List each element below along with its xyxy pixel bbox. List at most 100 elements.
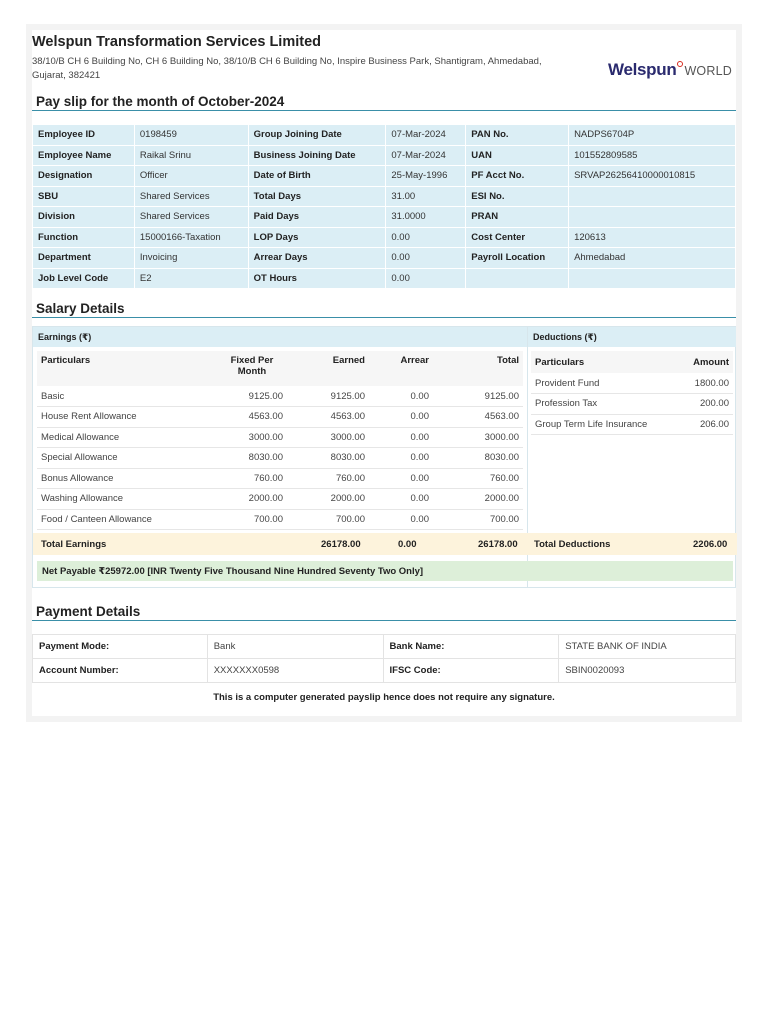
earning-total: 760.00	[433, 468, 523, 489]
earning-arrear: 0.00	[369, 488, 433, 510]
earning-fixed: 9125.00	[217, 386, 287, 407]
employee-field-value: 0.00	[385, 267, 467, 289]
earnings-col-arrear: Arrear	[369, 351, 433, 386]
title-divider	[32, 110, 736, 111]
deduction-particular: Group Term Life Insurance	[531, 414, 681, 435]
payslip-title: Pay slip for the month of October-2024	[36, 94, 285, 109]
account-number-value: XXXXXXX0598	[206, 658, 384, 683]
deductions-row: Group Term Life Insurance 206.00	[531, 414, 733, 435]
earning-particular: Washing Allowance	[37, 488, 217, 510]
earnings-col-earned: Earned	[287, 351, 369, 386]
employee-info-row: SBU Shared Services Total Days 31.00 ESI No.	[32, 185, 736, 207]
employee-field-label: Paid Days	[247, 206, 387, 228]
account-number-label: Account Number:	[32, 658, 208, 683]
employee-field-label: LOP Days	[247, 226, 387, 248]
net-payable-bar: Net Payable ₹25972.00 [INR Twenty Five T…	[37, 561, 733, 581]
ifsc-code-value: SBIN0020093	[558, 658, 736, 683]
employee-info-row: Designation Officer Date of Birth 25-May-19…	[32, 165, 736, 187]
earnings-row: Washing Allowance 2000.00 2000.00 0.00 2000.…	[37, 488, 523, 510]
earning-fixed: 760.00	[217, 468, 287, 489]
earning-earned: 760.00	[287, 468, 369, 489]
earning-arrear: 0.00	[369, 447, 433, 469]
earning-fixed: 8030.00	[217, 447, 287, 469]
payslip-sheet: Welspun Transformation Services Limited …	[26, 24, 742, 722]
deductions-row: Provident Fund 1800.00	[531, 373, 733, 394]
earning-particular: House Rent Allowance	[37, 406, 217, 428]
employee-info-row: Job Level Code E2 OT Hours 0.00	[32, 267, 736, 289]
employee-field-label: Date of Birth	[247, 165, 387, 187]
earning-arrear: 0.00	[369, 427, 433, 448]
deductions-table: Particulars Amount Provident Fund 1800.00…	[531, 351, 733, 435]
earning-total: 4563.00	[433, 406, 523, 428]
employee-field-label: UAN	[465, 144, 570, 166]
earning-earned: 2000.00	[287, 488, 369, 510]
earning-arrear: 0.00	[369, 406, 433, 428]
deduction-amount: 206.00	[681, 414, 733, 435]
total-arrear-value: 0.00	[398, 539, 417, 550]
employee-field-value: Officer	[133, 165, 249, 187]
earning-particular: Basic	[37, 386, 217, 407]
logo-sub-text: WORLD	[684, 64, 732, 78]
employee-field-label: Payroll Location	[465, 247, 570, 269]
payment-details-title: Payment Details	[36, 604, 141, 619]
earning-total: 700.00	[433, 509, 523, 530]
earning-earned: 700.00	[287, 509, 369, 530]
total-deductions-value: 2206.00	[693, 539, 728, 550]
employee-info-row: Division Shared Services Paid Days 31.0000 P…	[32, 206, 736, 228]
deduction-particular: Provident Fund	[531, 373, 681, 394]
employee-field-label: Division	[32, 206, 135, 228]
earning-fixed: 2000.00	[217, 488, 287, 510]
employee-field-label: PRAN	[465, 206, 570, 228]
employee-field-label: SBU	[32, 185, 135, 207]
payslip-content: Welspun Transformation Services Limited …	[32, 30, 737, 716]
employee-field-value: 25-May-1996	[385, 165, 467, 187]
ifsc-code-label: IFSC Code:	[382, 658, 560, 683]
earnings-col-fixed: Fixed Per Month	[217, 351, 287, 386]
totals-row: Total Earnings 26178.00 0.00 26178.00 To…	[33, 533, 737, 555]
employee-field-label: Group Joining Date	[247, 124, 387, 146]
employee-info-row: Employee ID 0198459 Group Joining Date 07-M…	[32, 124, 736, 146]
employee-info-table: Employee ID 0198459 Group Joining Date 07-M…	[32, 124, 736, 289]
employee-field-value: Ahmedabad	[568, 247, 736, 269]
deductions-row: Profession Tax 200.00	[531, 393, 733, 415]
earning-particular: Bonus Allowance	[37, 468, 217, 489]
employee-field-value: 120613	[568, 226, 736, 248]
employee-field-label: Designation	[32, 165, 135, 187]
deductions-heading: Deductions (₹)	[528, 327, 736, 347]
employee-field-value: Invoicing	[133, 247, 249, 269]
employee-field-value: Raikal Srinu	[133, 144, 249, 166]
footer-note: This is a computer generated payslip hen…	[213, 692, 555, 703]
employee-field-value: NADPS6704P	[568, 124, 736, 146]
payment-mode-value: Bank	[206, 634, 384, 659]
earnings-heading: Earnings (₹)	[33, 327, 527, 347]
employee-field-value	[568, 185, 736, 207]
logo-main-text: Welspun	[608, 60, 677, 79]
salary-details-box: Earnings (₹) Deductions (₹) Particulars …	[32, 326, 737, 588]
earning-earned: 4563.00	[287, 406, 369, 428]
earning-total: 8030.00	[433, 447, 523, 469]
earnings-row: House Rent Allowance 4563.00 4563.00 0.00 45…	[37, 406, 523, 428]
employee-field-value: 0198459	[133, 124, 249, 146]
employee-field-label: Total Days	[247, 185, 387, 207]
company-address: 38/10/B CH 6 Building No, CH 6 Building …	[32, 56, 542, 81]
employee-field-label: OT Hours	[247, 267, 387, 289]
earning-total: 3000.00	[433, 427, 523, 448]
welspun-logo: Welspun WORLD	[608, 60, 740, 82]
earnings-col-particulars: Particulars	[37, 351, 217, 386]
salary-details-title: Salary Details	[36, 301, 125, 316]
salary-divider	[32, 317, 736, 318]
employee-field-value: 31.00	[385, 185, 467, 207]
earnings-row: Bonus Allowance 760.00 760.00 0.00 760.00	[37, 468, 523, 489]
employee-field-label: ESI No.	[465, 185, 570, 207]
employee-field-value: 31.0000	[385, 206, 467, 228]
employee-field-value: 07-Mar-2024	[385, 124, 467, 146]
payment-details-table: Payment Mode: Bank Bank Name: STATE BANK…	[32, 634, 736, 683]
deductions-col-particulars: Particulars	[531, 351, 681, 373]
total-earned-value: 26178.00	[321, 539, 361, 550]
earning-total: 2000.00	[433, 488, 523, 510]
earning-fixed: 4563.00	[217, 406, 287, 428]
earning-arrear: 0.00	[369, 386, 433, 407]
employee-field-label: Job Level Code	[32, 267, 135, 289]
deduction-particular: Profession Tax	[531, 393, 681, 415]
earning-earned: 3000.00	[287, 427, 369, 448]
